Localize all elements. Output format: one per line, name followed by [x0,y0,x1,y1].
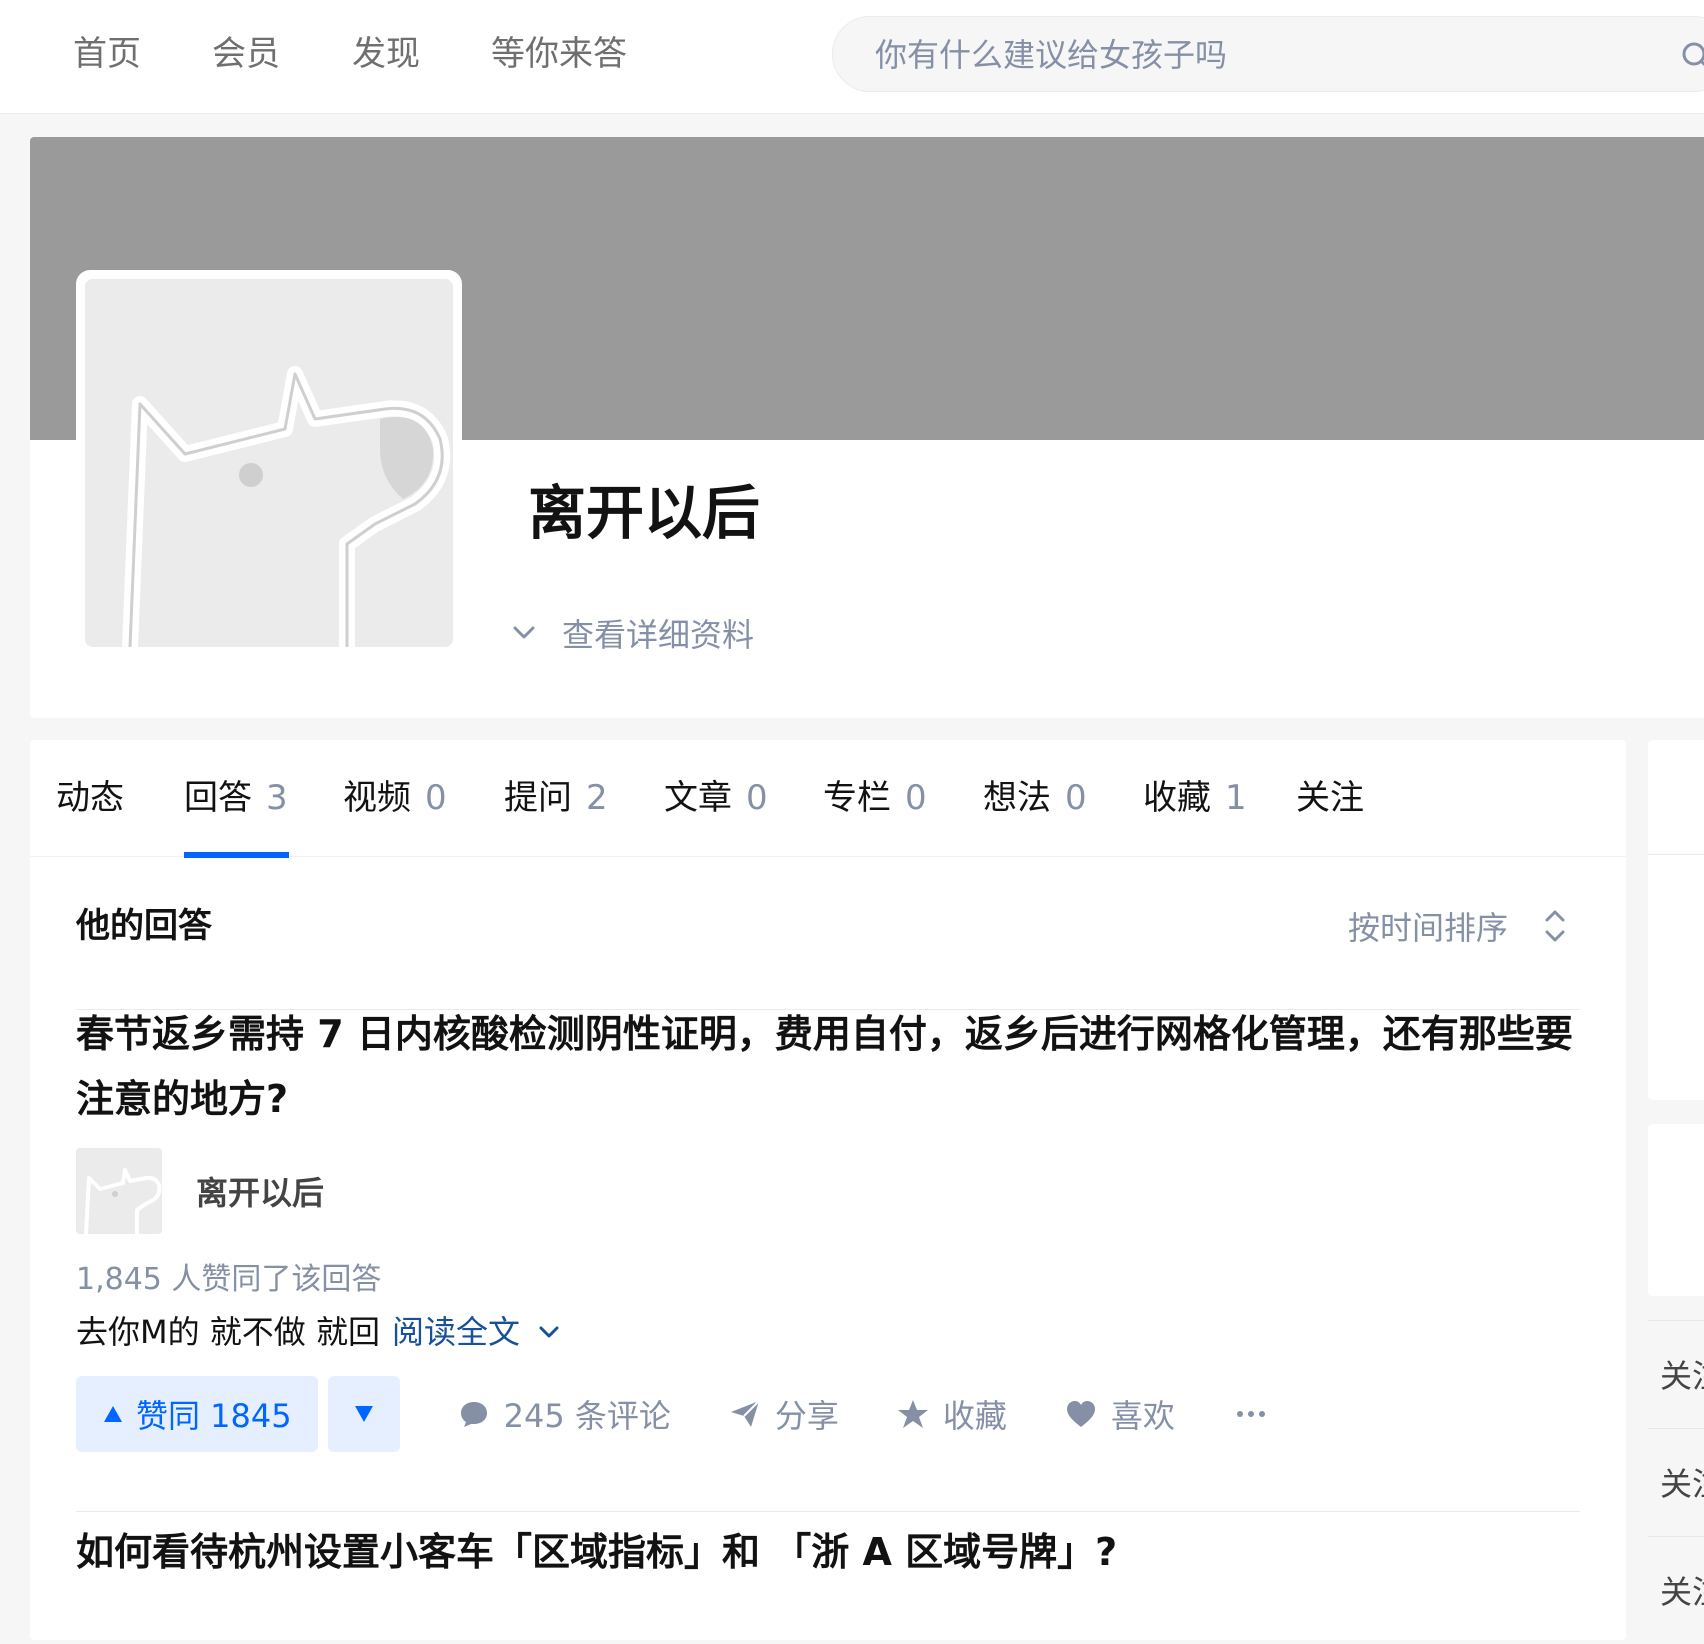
answer-excerpt: 去你M的 就不做 就回 阅读全文 [76,1307,564,1357]
tab-collections[interactable]: 收藏 1 [1143,774,1247,822]
side-following-link[interactable]: 关注 [1648,1320,1704,1428]
share-label: 分享 [774,1397,839,1435]
comments-button[interactable]: 245 条评论 [458,1391,671,1437]
tab-questions[interactable]: 提问 2 [504,774,608,822]
answer-excerpt-text[interactable]: 去你M的 就不做 就回 [76,1307,380,1357]
answers-section-header: 他的回答 按时间排序 [76,890,1580,1010]
profile-avatar-frame [76,270,462,656]
triangle-down-icon [354,1406,373,1422]
top-header: 首页 会员 发现 等你来答 [0,0,1704,114]
side-followed-link[interactable]: 关注 [1648,1536,1704,1644]
comment-bubble-icon [460,1402,487,1427]
paper-plane-icon [730,1400,760,1427]
vote-up-label: 赞同 1845 [136,1397,292,1435]
search-input[interactable] [873,31,1633,79]
side-followers-link[interactable]: 关注 [1648,1428,1704,1536]
nav-waiting-answers[interactable]: 等你来答 [491,30,627,78]
tab-answers[interactable]: 回答 3 [184,774,288,822]
read-more-link[interactable]: 阅读全文 [392,1307,564,1357]
like-button[interactable]: 喜欢 [1065,1391,1175,1437]
author-avatar[interactable] [76,1148,162,1234]
tab-following[interactable]: 关注 [1296,774,1364,822]
tab-articles-count: 0 [746,778,768,818]
heart-icon [1066,1401,1095,1427]
author-name[interactable]: 离开以后 [196,1168,324,1214]
triangle-up-icon [104,1406,122,1422]
profile-avatar[interactable] [85,279,453,647]
tab-questions-count: 2 [586,778,608,818]
answer-actions: 赞同 1845 245 条评论 分享 收藏 喜欢 [76,1376,1269,1452]
search-icon[interactable] [1681,41,1704,71]
vote-up-button[interactable]: 赞同 1845 [76,1376,318,1452]
side-stats-card [1648,740,1704,1100]
search-box[interactable] [832,16,1704,92]
answer-item: 春节返乡需持 7 日内核酸检测阴性证明，费用自付，返乡后进行网格化管理，还有那些… [76,1002,1580,1512]
tab-collections-count: 1 [1225,778,1247,818]
like-label: 喜欢 [1110,1397,1175,1435]
tab-activity[interactable]: 动态 [56,774,124,822]
active-tab-indicator [184,852,289,858]
tab-columns-count: 0 [905,778,927,818]
chevron-down-icon [513,626,535,639]
read-more-label: 阅读全文 [391,1313,520,1351]
tab-columns[interactable]: 专栏 0 [823,774,927,822]
profile-content-card: 动态 回答 3 视频 0 提问 2 文章 0 专栏 0 想法 0 收藏 1 关注 他的回答 按… [30,740,1626,1640]
default-avatar-dog-icon [85,279,453,647]
favorite-label: 收藏 [942,1397,1007,1435]
profile-name: 离开以后 [528,479,761,547]
tab-thoughts-count: 0 [1065,778,1087,818]
section-title: 他的回答 [76,906,212,946]
tab-answers-count: 3 [266,778,288,818]
vote-count-info: 1,845 人赞同了该回答 [76,1262,382,1297]
question-title[interactable]: 如何看待杭州设置小客车「区域指标」和 「浙 A 区域号牌」? [76,1520,1580,1585]
sort-updown-icon [1545,910,1565,942]
nav-discover[interactable]: 发现 [352,30,420,78]
vote-down-button[interactable] [327,1376,400,1452]
tab-articles[interactable]: 文章 0 [664,774,768,822]
sort-by-time-button[interactable]: 按时间排序 [1348,898,1568,954]
tab-videos-count: 0 [425,778,447,818]
nav-membership[interactable]: 会员 [212,30,280,78]
view-details-link[interactable]: 查看详细资料 [506,608,754,658]
side-info-card [1648,1124,1704,1296]
default-avatar-dog-icon [76,1148,162,1234]
tab-thoughts[interactable]: 想法 0 [983,774,1087,822]
favorite-button[interactable]: 收藏 [897,1391,1007,1437]
view-details-label: 查看详细资料 [562,616,755,654]
nav-home[interactable]: 首页 [73,30,141,78]
side-divider [1648,854,1704,855]
profile-tabs: 动态 回答 3 视频 0 提问 2 文章 0 专栏 0 想法 0 收藏 1 关注 [30,740,1626,858]
profile-header-card: 离开以后 [30,137,1704,718]
star-icon [897,1400,928,1428]
comments-label: 245 条评论 [503,1397,671,1435]
sort-label: 按时间排序 [1347,909,1508,947]
chevron-down-icon [539,1326,559,1338]
more-options-icon[interactable] [1233,1396,1269,1432]
answer-author: 离开以后 [76,1148,324,1234]
tab-videos[interactable]: 视频 0 [343,774,447,822]
share-button[interactable]: 分享 [729,1391,839,1437]
question-title[interactable]: 春节返乡需持 7 日内核酸检测阴性证明，费用自付，返乡后进行网格化管理，还有那些… [76,1002,1580,1132]
